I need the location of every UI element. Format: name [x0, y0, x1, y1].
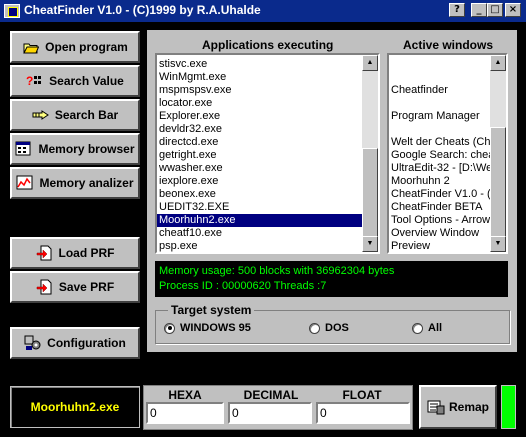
window-list-item[interactable]: CheatFinder V1.0 - (C — [389, 188, 490, 201]
applications-list[interactable]: stisvc.exe WinMgmt.exe mspmspsv.exe locator… — [155, 53, 380, 254]
application-list-item[interactable]: locator.exe — [157, 97, 362, 110]
cheatfinder-window: CheatFinder V1.0 - (C)1999 by R.A.Uhalde… — [0, 0, 526, 437]
radio-selected-icon[interactable] — [164, 322, 175, 334]
application-list-item[interactable]: psp.exe — [157, 240, 362, 252]
remap-button[interactable]: Remap — [419, 385, 497, 429]
float-label: FLOAT — [342, 388, 382, 402]
windows-scrollbar[interactable]: ▲ ▼ — [490, 55, 506, 252]
window-list-item[interactable]: Welt der Cheats (Che — [389, 136, 490, 149]
app-icon — [4, 4, 20, 18]
save-prf-button[interactable]: Save PRF — [10, 271, 140, 303]
applications-title: Applications executing — [202, 38, 334, 52]
windows-list[interactable]: Cheatfinder Program Manager Welt der Cheat… — [387, 53, 508, 254]
load-prf-button[interactable]: Load PRF — [10, 237, 140, 269]
search-bar-label: Search Bar — [54, 108, 119, 122]
process-panel: Applications executing Active windows st… — [147, 30, 517, 352]
scroll-down-arrow-icon[interactable]: ▼ — [490, 236, 506, 252]
window-list-item[interactable] — [389, 71, 490, 84]
scroll-down-arrow-icon[interactable]: ▼ — [362, 236, 378, 252]
windows-title: Active windows — [403, 38, 494, 52]
window-list-item[interactable]: Tool Options - Arrow — [389, 214, 490, 227]
search-value-label: Search Value — [49, 74, 124, 88]
application-list-item[interactable]: directcd.exe — [157, 136, 362, 149]
folder-icon — [22, 39, 40, 55]
load-prf-label: Load PRF — [58, 246, 115, 260]
application-list-item[interactable]: UEDIT32.EXE — [157, 201, 362, 214]
search-bar-button[interactable]: Search Bar — [10, 99, 140, 131]
configuration-button[interactable]: Configuration — [10, 327, 140, 359]
remap-icon — [427, 399, 445, 415]
application-list-item[interactable]: Explorer.exe — [157, 110, 362, 123]
window-list-item[interactable]: Program Manager — [389, 110, 490, 123]
window-list-item[interactable] — [389, 123, 490, 136]
memory-usage-text: Memory usage: 500 blocks with 36962304 b… — [159, 265, 395, 277]
window-list-item[interactable]: Google Search: chea — [389, 149, 490, 162]
application-list-item[interactable]: WinMgmt.exe — [157, 71, 362, 84]
selected-application-display: Moorhuhn2.exe — [10, 386, 140, 428]
window-list-item[interactable]: CheatFinder BETA — [389, 201, 490, 214]
radio-windows95[interactable]: WINDOWS 95 — [164, 322, 251, 334]
open-program-button[interactable]: Open program — [10, 31, 140, 63]
float-input[interactable]: 0 — [316, 402, 410, 424]
memory-browser-label: Memory browser — [38, 142, 135, 156]
scroll-up-arrow-icon[interactable]: ▲ — [362, 55, 378, 71]
window-list-item[interactable] — [389, 97, 490, 110]
window-list-item[interactable]: Overview Window — [389, 227, 490, 240]
application-list-item[interactable]: cheatf10.exe — [157, 227, 362, 240]
target-system-label: Target system — [168, 303, 255, 317]
search-value-icon: ? — [26, 73, 44, 89]
application-list-item[interactable]: iexplore.exe — [157, 175, 362, 188]
memory-analizer-button[interactable]: Memory analizer — [10, 167, 140, 199]
window-list-item[interactable]: UltraEdit-32 - [D:\We — [389, 162, 490, 175]
application-list-item[interactable]: stisvc.exe — [157, 58, 362, 71]
status-display: Memory usage: 500 blocks with 36962304 b… — [155, 261, 508, 297]
hand-pointer-icon — [32, 107, 50, 123]
memory-analizer-label: Memory analizer — [39, 176, 134, 190]
decimal-input[interactable]: 0 — [228, 402, 312, 424]
radio-unselected-icon[interactable] — [309, 322, 320, 334]
open-program-label: Open program — [45, 40, 128, 54]
application-list-item[interactable]: getright.exe — [157, 149, 362, 162]
decimal-label: DECIMAL — [243, 388, 299, 402]
status-indicator — [501, 385, 516, 429]
title-bar: CheatFinder V1.0 - (C)1999 by R.A.Uhalde… — [0, 0, 526, 22]
configuration-label: Configuration — [47, 336, 126, 350]
radio-dos[interactable]: DOS — [309, 322, 349, 334]
window-list-item[interactable] — [389, 58, 490, 71]
scroll-thumb[interactable] — [490, 127, 506, 237]
hexa-label: HEXA — [168, 388, 202, 402]
save-prf-label: Save PRF — [58, 280, 115, 294]
svg-text:?: ? — [26, 74, 33, 88]
scroll-up-arrow-icon[interactable]: ▲ — [490, 55, 506, 71]
process-info-text: Process ID : 00000620 Threads :7 — [159, 280, 327, 292]
remap-label: Remap — [448, 400, 489, 414]
window-list-item[interactable]: Cheatfinder — [389, 84, 490, 97]
minimize-button[interactable]: _ — [471, 3, 487, 17]
window-list-item[interactable]: Moorhuhn 2 — [389, 175, 490, 188]
scroll-thumb[interactable] — [362, 148, 378, 237]
value-converter-panel: HEXA DECIMAL FLOAT 0 0 0 — [143, 385, 413, 430]
application-list-item[interactable]: beonex.exe — [157, 188, 362, 201]
memory-browser-icon — [15, 141, 33, 157]
radio-all[interactable]: All — [412, 322, 442, 334]
configuration-icon — [24, 335, 42, 351]
application-list-item[interactable]: mspmspsv.exe — [157, 84, 362, 97]
window-title: CheatFinder V1.0 - (C)1999 by R.A.Uhalde — [24, 3, 261, 17]
maximize-button[interactable]: □ — [487, 3, 503, 17]
application-list-item[interactable]: wwasher.exe — [157, 162, 362, 175]
load-file-icon — [36, 245, 54, 261]
radio-unselected-icon[interactable] — [412, 322, 423, 334]
memory-browser-button[interactable]: Memory browser — [10, 133, 140, 165]
application-list-item[interactable]: devldr32.exe — [157, 123, 362, 136]
save-file-icon — [36, 279, 54, 295]
applications-scrollbar[interactable]: ▲ ▼ — [362, 55, 378, 252]
application-list-item[interactable]: Moorhuhn2.exe — [157, 214, 362, 227]
window-list-item[interactable]: Preview — [389, 240, 490, 252]
target-system-group: Target system WINDOWS 95 DOS All — [155, 303, 510, 344]
help-button[interactable]: ? — [449, 3, 465, 17]
memory-analizer-icon — [16, 175, 34, 191]
hexa-input[interactable]: 0 — [146, 402, 224, 424]
search-value-button[interactable]: ? Search Value — [10, 65, 140, 97]
close-button[interactable]: × — [505, 3, 521, 17]
